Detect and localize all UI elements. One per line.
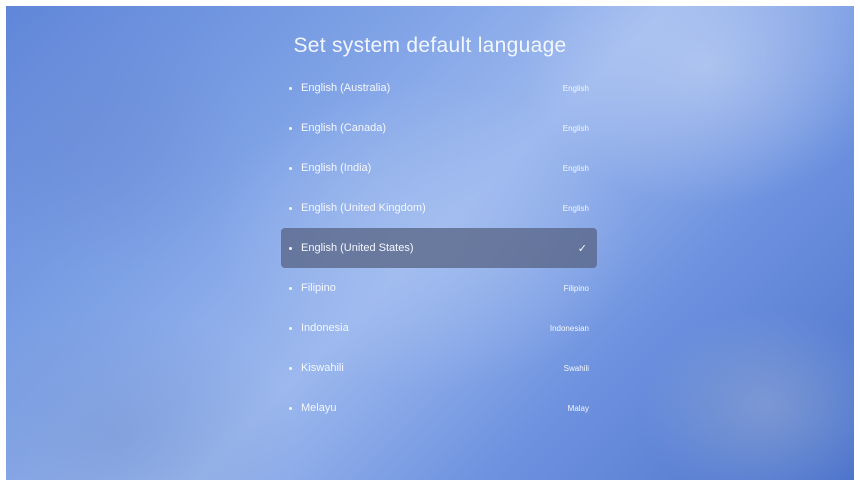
bullet-icon (289, 166, 292, 170)
bullet-icon (289, 246, 292, 250)
language-native-name: English (562, 163, 589, 173)
language-native-name: Filipino (563, 283, 589, 293)
bullet-icon (289, 286, 292, 290)
bullet-icon (289, 366, 292, 370)
language-item-english-canada[interactable]: English (Canada) English (281, 108, 597, 148)
language-native-name: Malay (567, 403, 589, 413)
language-name: English (India) (301, 162, 372, 174)
language-native-name: English (562, 203, 589, 213)
language-native-name: Swahili (563, 363, 589, 373)
language-name: English (Australia) (301, 82, 391, 94)
language-name: English (United Kingdom) (301, 202, 426, 214)
language-native-name: Indonesian (549, 323, 589, 333)
language-item-melayu[interactable]: Melayu Malay (281, 388, 597, 428)
language-name: Melayu (301, 402, 337, 414)
bullet-icon (289, 86, 292, 90)
language-item-english-india[interactable]: English (India) English (281, 148, 597, 188)
language-item-filipino[interactable]: Filipino Filipino (281, 268, 597, 308)
language-name: English (United States) (301, 242, 414, 254)
language-native-name: English (562, 83, 589, 93)
language-item-english-australia[interactable]: English (Australia) English (281, 68, 597, 108)
bullet-icon (289, 126, 292, 130)
language-name: Indonesia (301, 322, 349, 334)
language-name: Kiswahili (301, 362, 344, 374)
language-native-name: English (562, 123, 589, 133)
language-list: English (Australia) English English (Can… (281, 68, 597, 428)
bullet-icon (289, 326, 292, 330)
language-name: Filipino (301, 282, 336, 294)
language-item-indonesia[interactable]: Indonesia Indonesian (281, 308, 597, 348)
language-item-english-united-states[interactable]: English (United States) ✓ (281, 228, 597, 268)
language-setup-screen: Set system default language English (Aus… (6, 6, 854, 480)
bullet-icon (289, 206, 292, 210)
checkmark-icon: ✓ (577, 242, 587, 255)
bullet-icon (289, 406, 292, 410)
language-item-kiswahili[interactable]: Kiswahili Swahili (281, 348, 597, 388)
language-item-english-united-kingdom[interactable]: English (United Kingdom) English (281, 188, 597, 228)
language-name: English (Canada) (301, 122, 386, 134)
page-title: Set system default language (293, 34, 567, 57)
